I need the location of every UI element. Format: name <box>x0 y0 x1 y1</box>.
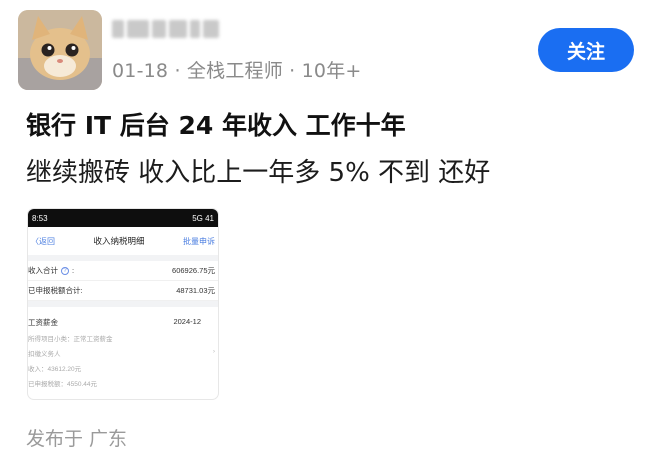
username-redacted[interactable] <box>112 16 219 42</box>
chevron-right-icon: › <box>212 348 215 355</box>
phone-nav-bar: 〈返回 收入纳税明细 批量申诉 <box>28 227 218 255</box>
post-title: 银行 IT 后台 24 年收入 工作十年 <box>26 111 406 140</box>
phone-back-link: 〈返回 <box>31 236 55 246</box>
phone-status-bar: 8:53 5G 41 <box>28 209 218 227</box>
avatar[interactable] <box>18 10 102 90</box>
income-total-label: 收入合计 <box>28 266 58 275</box>
detail-payer: 扣缴义务人 <box>28 351 61 358</box>
phone-page-title: 收入纳税明细 <box>93 236 145 246</box>
detail-period: 2024-12 <box>173 317 201 326</box>
post-body: 继续搬砖 收入比上一年多 5% 不到 还好 <box>26 158 491 188</box>
income-total-value: 606926.75元 <box>172 266 215 275</box>
phone-status-icons: 5G 41 <box>192 213 214 223</box>
tax-total-value: 48731.03元 <box>176 286 215 295</box>
post-location: 发布于 广东 <box>26 428 128 450</box>
cat-avatar-icon <box>18 10 102 90</box>
salary-detail-card: 工资薪金 2024-12 所得项目小类：正常工资薪金 扣缴义务人 › 收入：43… <box>28 307 218 388</box>
detail-sub-item: 所得项目小类：正常工资薪金 <box>28 336 113 343</box>
tax-total-row: 已申报税额合计: 48731.03元 <box>28 281 218 301</box>
detail-declared-tax: 已申报税额：4550.44元 <box>28 381 97 388</box>
attached-image[interactable]: 8:53 5G 41 〈返回 收入纳税明细 批量申诉 收入合计 ?: 60692… <box>28 209 218 399</box>
question-icon: ? <box>61 266 69 275</box>
follow-button[interactable]: 关注 <box>538 28 634 72</box>
tax-total-label: 已申报税额合计: <box>28 286 83 295</box>
phone-batch-appeal: 批量申诉 <box>182 236 215 246</box>
detail-income: 收入：43612.20元 <box>28 366 82 373</box>
detail-name: 工资薪金 <box>28 318 58 327</box>
phone-time: 8:53 <box>32 213 48 223</box>
income-total-row: 收入合计 ?: 606926.75元 <box>28 261 218 281</box>
post-meta: 01-18 · 全栈工程师 · 10年+ <box>112 60 362 82</box>
